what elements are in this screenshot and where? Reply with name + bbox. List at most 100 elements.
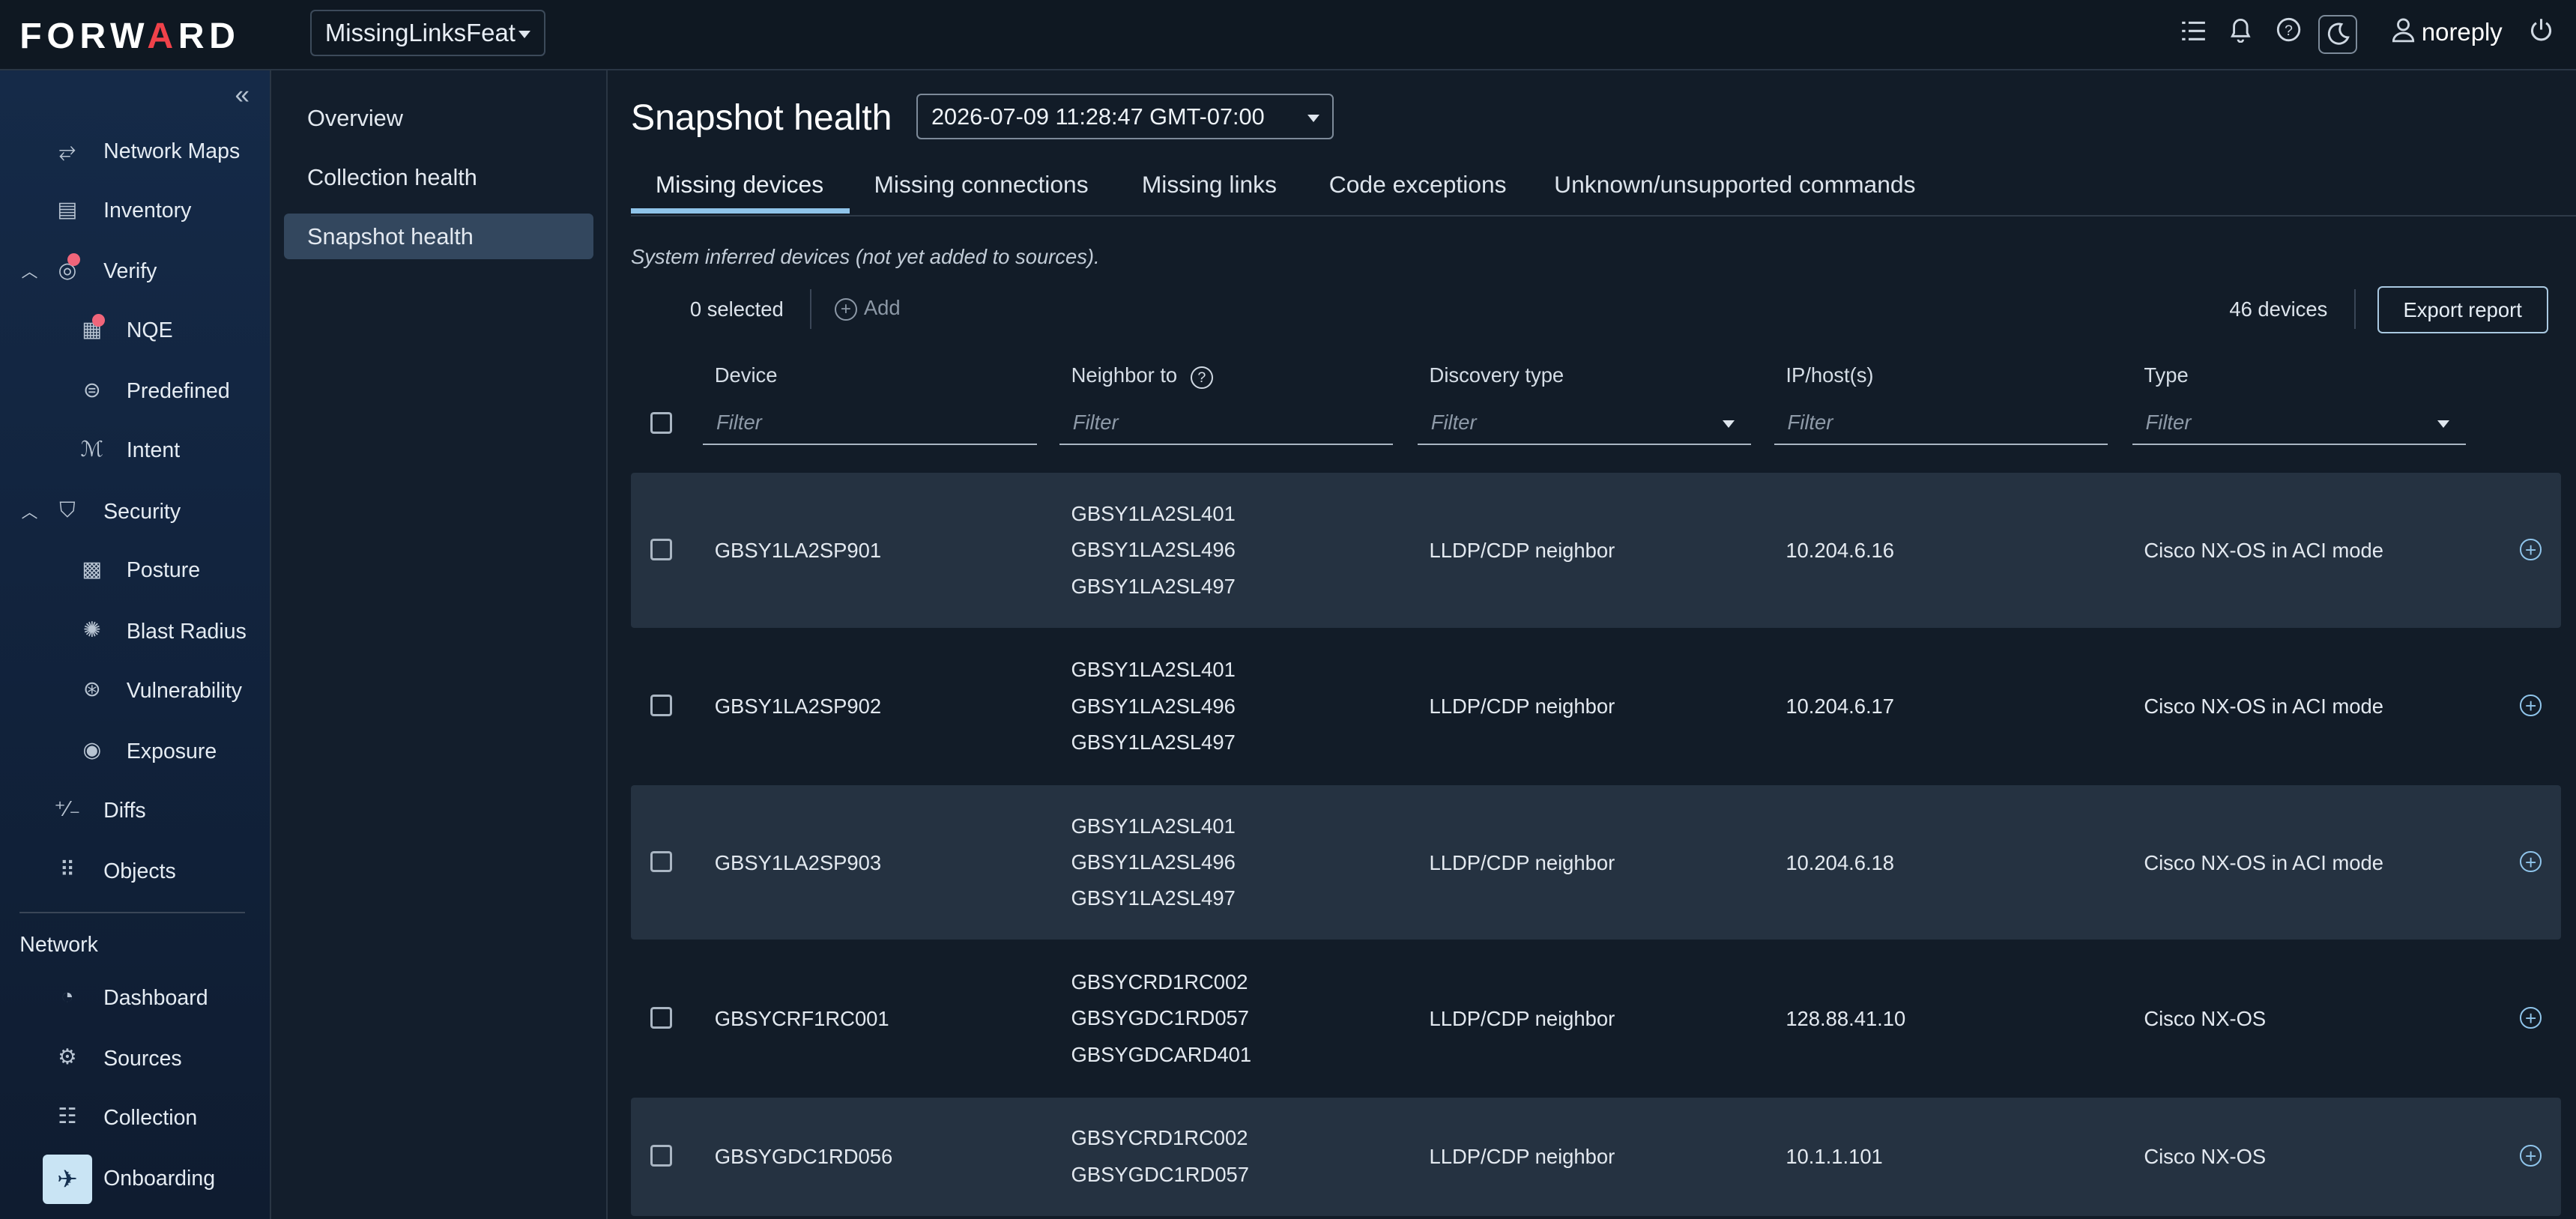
sidebar-item-sources[interactable]: ⚙ Sources xyxy=(0,1033,270,1083)
power-icon[interactable] xyxy=(2522,15,2562,55)
row-checkbox[interactable] xyxy=(650,850,672,873)
sidebar-item-nqe[interactable]: ▦ NQE xyxy=(0,306,270,355)
select-all-checkbox[interactable] xyxy=(650,412,672,434)
column-header-neighbor[interactable]: Neighbor to? xyxy=(1071,363,1213,389)
sidebar-item-diffs[interactable]: ⁺⁄₋ Diffs xyxy=(0,785,270,835)
add-device-icon[interactable]: + xyxy=(2520,850,2542,873)
tab-code-exceptions[interactable]: Code exceptions xyxy=(1329,171,1507,199)
tab-missing-connections[interactable]: Missing connections xyxy=(874,171,1088,199)
sidebar-item-posture[interactable]: ▩ Posture xyxy=(0,545,270,595)
active-tab-indicator xyxy=(630,208,850,214)
sidebar-item-onboarding[interactable]: Onboarding xyxy=(0,1153,270,1203)
subnav-label: Snapshot health xyxy=(306,223,474,250)
device-filter-input[interactable]: Filter xyxy=(703,399,1037,446)
selected-count: 0 selected xyxy=(689,297,784,321)
toolbar-divider xyxy=(2353,288,2356,329)
sidebar-item-label: Collection xyxy=(103,1105,198,1130)
table-row[interactable]: GBSY1LA2SP901 GBSY1LA2SL401 GBSY1LA2SL49… xyxy=(630,473,2562,628)
sidebar-item-inventory[interactable]: ▤ Inventory xyxy=(0,186,270,235)
neighbor-item: GBSYGDC1RD057 xyxy=(1071,1162,1250,1186)
vulnerability-icon: ⊛ xyxy=(82,677,101,702)
subnav-snapshot-health[interactable]: Snapshot health xyxy=(284,214,593,260)
chevron-up-icon[interactable]: ︿ xyxy=(22,259,38,282)
toolbar-divider xyxy=(809,288,812,329)
sub-navigation: Overview Collection health Snapshot heal… xyxy=(270,70,608,1219)
row-checkbox[interactable] xyxy=(650,539,672,560)
table-row[interactable]: GBSY1LA2SP903 GBSY1LA2SL401 GBSY1LA2SL49… xyxy=(630,785,2562,940)
add-device-icon[interactable]: + xyxy=(2520,1145,2542,1167)
sidebar-item-security[interactable]: ︿ ⛉ Security xyxy=(0,486,270,536)
neighbor-item: GBSYGDC1RD057 xyxy=(1071,1006,1250,1030)
help-icon[interactable]: ? xyxy=(2269,15,2309,55)
tab-missing-links[interactable]: Missing links xyxy=(1142,171,1277,199)
snapshot-select[interactable]: 2026-07-09 11:28:47 GMT-07:00 xyxy=(916,93,1334,140)
sidebar-item-exposure[interactable]: ◉ Exposure xyxy=(0,726,270,775)
add-device-icon[interactable]: + xyxy=(2520,539,2542,560)
ip-filter-input[interactable]: Filter xyxy=(1774,399,2108,446)
sidebar: « ⥂ Network Maps ▤ Inventory ︿ ◎ Verify … xyxy=(0,70,271,1219)
tab-missing-devices[interactable]: Missing devices xyxy=(656,171,823,199)
sidebar-item-label: Sources xyxy=(103,1046,182,1071)
discovery-cell: LLDP/CDP neighbor xyxy=(1429,1145,1615,1169)
add-device-icon[interactable]: + xyxy=(2520,1007,2542,1029)
column-header-type[interactable]: Type xyxy=(2144,363,2188,387)
row-checkbox[interactable] xyxy=(650,1145,672,1167)
device-cell: GBSY1LA2SP903 xyxy=(714,850,882,874)
sidebar-item-network-maps[interactable]: ⥂ Network Maps xyxy=(0,127,270,176)
sidebar-item-verify[interactable]: ︿ ◎ Verify xyxy=(0,246,270,296)
forward-logo[interactable]: FORWARD xyxy=(19,15,240,57)
column-header-device[interactable]: Device xyxy=(715,363,778,387)
table-row[interactable]: GBSY1LA2SP902 GBSY1LA2SL401 GBSY1LA2SL49… xyxy=(631,629,2561,784)
neighbor-filter-input[interactable]: Filter xyxy=(1059,399,1394,446)
table-row[interactable]: GBSYGDC1RD056 GBSYCRD1RC002 GBSYGDC1RD05… xyxy=(630,1097,2562,1216)
sidebar-item-label: Objects xyxy=(103,859,176,883)
tab-unknown-commands[interactable]: Unknown/unsupported commands xyxy=(1554,171,1915,199)
type-cell: Cisco NX-OS in ACI mode xyxy=(2144,695,2383,719)
network-maps-icon: ⥂ xyxy=(58,138,76,163)
add-button[interactable]: + Add xyxy=(834,295,901,321)
sidebar-item-label: Security xyxy=(103,499,181,524)
moon-icon[interactable] xyxy=(2318,14,2358,55)
help-icon[interactable]: ? xyxy=(1190,366,1213,389)
sidebar-item-label: Onboarding xyxy=(103,1166,216,1191)
add-device-icon[interactable]: + xyxy=(2520,695,2542,716)
export-report-button[interactable]: Export report xyxy=(2377,285,2548,334)
workspace-select[interactable]: MissingLinksFeat xyxy=(310,10,545,56)
collapse-sidebar-icon[interactable]: « xyxy=(235,80,250,110)
type-filter-select[interactable]: Filter xyxy=(2132,399,2467,446)
sidebar-item-label: Blast Radius xyxy=(126,619,247,644)
subnav-label: Collection health xyxy=(306,164,477,191)
sidebar-item-blast-radius[interactable]: ✺ Blast Radius xyxy=(0,606,270,656)
row-checkbox[interactable] xyxy=(650,1007,672,1029)
sidebar-item-vulnerability[interactable]: ⊛ Vulnerability xyxy=(0,665,270,715)
user-icon[interactable] xyxy=(2383,15,2423,55)
sources-icon: ⚙ xyxy=(58,1045,77,1070)
chevron-up-icon[interactable]: ︿ xyxy=(22,500,38,523)
table-row[interactable]: GBSYCRF1RC001 GBSYCRD1RC002 GBSYGDC1RD05… xyxy=(631,941,2561,1095)
sidebar-item-objects[interactable]: ⠿ Objects xyxy=(0,846,270,895)
user-name[interactable]: noreply xyxy=(2422,18,2503,46)
ip-cell: 10.204.6.18 xyxy=(1786,850,1895,874)
neighbor-cell: GBSY1LA2SL401 GBSY1LA2SL496 GBSY1LA2SL49… xyxy=(1071,496,1236,605)
sidebar-item-dashboard[interactable]: ◔ Dashboard xyxy=(0,973,270,1022)
subnav-overview[interactable]: Overview xyxy=(284,95,593,141)
shield-icon: ⛉ xyxy=(59,498,76,523)
neighbor-item: GBSY1LA2SL401 xyxy=(1071,502,1236,526)
discovery-filter-select[interactable]: Filter xyxy=(1418,399,1752,446)
sidebar-item-collection[interactable]: ☷ Collection xyxy=(0,1092,270,1142)
add-label: Add xyxy=(863,295,901,319)
intent-icon: ℳ xyxy=(80,438,104,462)
bell-icon[interactable] xyxy=(2221,15,2261,55)
discovery-cell: LLDP/CDP neighbor xyxy=(1429,1007,1615,1031)
subnav-collection-health[interactable]: Collection health xyxy=(284,154,593,200)
row-checkbox[interactable] xyxy=(650,695,672,716)
column-header-discovery[interactable]: Discovery type xyxy=(1430,363,1564,387)
posture-icon: ▩ xyxy=(82,557,103,582)
sidebar-item-predefined[interactable]: ⊜ Predefined xyxy=(0,366,270,416)
list-icon[interactable] xyxy=(2174,15,2213,55)
column-header-ip[interactable]: IP/host(s) xyxy=(1786,363,1873,387)
ip-cell: 10.204.6.16 xyxy=(1786,539,1895,563)
snapshot-label: 2026-07-09 11:28:47 GMT-07:00 xyxy=(931,103,1265,130)
sidebar-item-label: Predefined xyxy=(126,379,230,404)
sidebar-item-intent[interactable]: ℳ Intent xyxy=(0,426,270,475)
